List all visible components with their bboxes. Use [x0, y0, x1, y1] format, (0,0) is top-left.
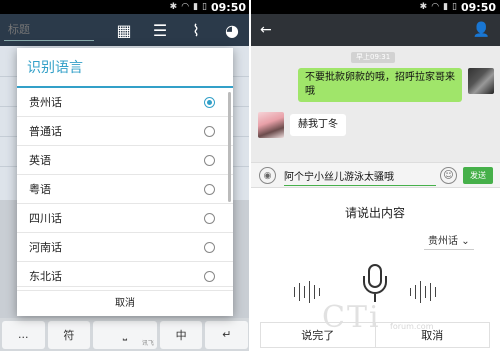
key-space-brand: 讯飞 [141, 339, 154, 347]
language-value: 贵州话 [428, 236, 458, 247]
chat-messages: 早上09:31 不要批款卵款的哦，招呼拉家哥来哦 赫我丁冬 [250, 46, 500, 162]
done-button[interactable]: 说完了 [261, 323, 375, 347]
option-label: 东北话 [29, 270, 62, 283]
voice-actions: 说完了 取消 [260, 322, 490, 348]
back-arrow-icon[interactable]: ← [260, 22, 272, 38]
key-language[interactable]: 中 [159, 320, 203, 349]
cancel-button[interactable]: 取消 [374, 323, 490, 347]
microphone-icon[interactable] [362, 264, 388, 304]
status-time: 09:50 [210, 0, 246, 14]
profile-icon[interactable]: 👤 [473, 22, 490, 38]
recognition-language-dialog: 识别语言 贵州话 普通话 英语 粤语 四川话 河南话 东北话 取消 [17, 48, 233, 316]
radio-selected[interactable] [204, 97, 215, 108]
battery-icon: ▯ [452, 2, 457, 12]
sound-wave-left [294, 280, 320, 304]
chevron-down-icon: ⌄ [461, 236, 470, 247]
right-panel: ✱ ◠ ▮ ▯ 09:50 ← 👤 早上09:31 不要批款卵款的哦，招呼拉家哥… [250, 0, 500, 351]
screenshot-frame: ✱ ◠ ▮ ▯ 09:50 ▦ ☰ ⌇ ◕ ... 符 ⎵讯飞 中 ↵ [0, 0, 500, 351]
panel-divider [249, 0, 251, 351]
option-label: 河南话 [29, 241, 62, 254]
language-option[interactable]: 粤语 [17, 175, 233, 204]
option-label: 贵州话 [29, 96, 62, 109]
language-option[interactable]: 河南话 [17, 233, 233, 262]
radio[interactable] [204, 155, 215, 166]
chat-header: ← 👤 [250, 14, 500, 46]
language-option[interactable]: 贵州话 [17, 88, 233, 117]
wifi-icon: ◠ [181, 2, 190, 12]
list-icon[interactable]: ☰ [142, 14, 178, 46]
emoji-icon[interactable]: ☺ [440, 167, 457, 184]
cancel-button[interactable]: 取消 [17, 286, 233, 316]
bluetooth-icon: ✱ [419, 2, 428, 12]
send-button[interactable]: 发送 [463, 167, 493, 184]
palette-icon[interactable]: ◕ [214, 14, 250, 46]
left-panel: ✱ ◠ ▮ ▯ 09:50 ▦ ☰ ⌇ ◕ ... 符 ⎵讯飞 中 ↵ [0, 0, 250, 351]
notes-toolbar: ▦ ☰ ⌇ ◕ [0, 14, 250, 46]
status-bar: ✱ ◠ ▮ ▯ 09:50 [250, 0, 500, 14]
attach-icon[interactable]: ⌇ [178, 14, 214, 46]
dialog-title: 识别语言 [17, 48, 233, 88]
key-space[interactable]: ⎵ 讯飞 [93, 320, 157, 349]
keyboard-bottom-row: ... 符 ⎵ 讯飞 中 ↵ [0, 318, 250, 351]
radio[interactable] [204, 271, 215, 282]
key-enter[interactable]: ↵ [205, 320, 248, 349]
key-symbols[interactable]: 符 [47, 320, 91, 349]
status-bar: ✱ ◠ ▮ ▯ 09:50 [0, 0, 250, 14]
option-label: 英语 [29, 154, 51, 167]
title-input[interactable] [4, 19, 94, 41]
scrollbar[interactable] [228, 92, 231, 202]
signal-icon: ▮ [443, 2, 449, 12]
option-label: 四川话 [29, 212, 62, 225]
grid-icon[interactable]: ▦ [106, 14, 142, 46]
message-timestamp: 早上09:31 [351, 52, 396, 63]
voice-input-panel: 请说出内容 贵州话 ⌄ CTi forum.com 说完了 取消 [250, 188, 500, 351]
status-time: 09:50 [460, 0, 496, 14]
radio[interactable] [204, 213, 215, 224]
message-input-bar: ◉ ☺ 发送 [250, 162, 500, 188]
language-option[interactable]: 四川话 [17, 204, 233, 233]
signal-icon: ▮ [193, 2, 199, 12]
voice-icon[interactable]: ◉ [259, 167, 276, 184]
sound-wave-right [410, 280, 436, 304]
radio[interactable] [204, 126, 215, 137]
avatar[interactable] [468, 68, 494, 94]
language-option[interactable]: 英语 [17, 146, 233, 175]
option-label: 普通话 [29, 125, 62, 138]
key-more[interactable]: ... [2, 320, 45, 349]
radio[interactable] [204, 184, 215, 195]
voice-prompt: 请说出内容 [344, 206, 405, 220]
language-select[interactable]: 贵州话 ⌄ [424, 230, 474, 250]
battery-icon: ▯ [202, 2, 207, 12]
radio[interactable] [204, 242, 215, 253]
message-input[interactable] [284, 166, 436, 186]
outgoing-message[interactable]: 不要批款卵款的哦，招呼拉家哥来哦 [298, 68, 462, 102]
avatar[interactable] [258, 112, 284, 138]
wifi-icon: ◠ [431, 2, 440, 12]
bluetooth-icon: ✱ [169, 2, 178, 12]
language-option[interactable]: 普通话 [17, 117, 233, 146]
option-label: 粤语 [29, 183, 51, 196]
incoming-message[interactable]: 赫我丁冬 [290, 114, 346, 136]
